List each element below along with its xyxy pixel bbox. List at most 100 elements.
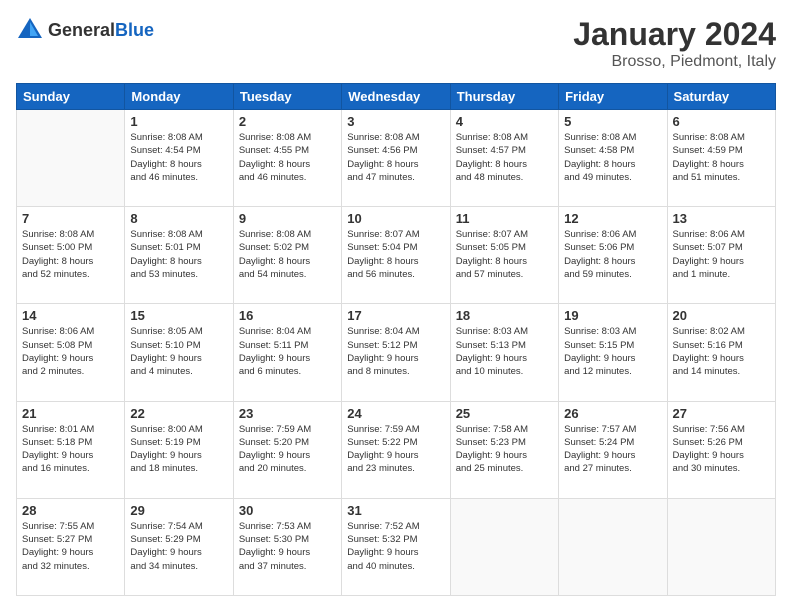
title-section: January 2024 Brosso, Piedmont, Italy — [573, 16, 776, 71]
calendar-cell: 23 Sunrise: 7:59 AM Sunset: 5:20 PM Dayli… — [233, 401, 341, 498]
day-number: 1 — [130, 114, 227, 129]
calendar-cell: 30 Sunrise: 7:53 AM Sunset: 5:30 PM Dayli… — [233, 498, 341, 595]
calendar-cell: 15Sunrise: 8:05 AM Sunset: 5:10 PM Dayli… — [125, 304, 233, 401]
day-info: Sunrise: 8:02 AM Sunset: 5:16 PM Dayligh… — [673, 325, 770, 378]
calendar-cell: 10Sunrise: 8:07 AM Sunset: 5:04 PM Dayli… — [342, 207, 450, 304]
day-number: 27 — [673, 406, 770, 421]
day-info: Sunrise: 8:08 AM Sunset: 5:02 PM Dayligh… — [239, 228, 336, 281]
calendar-cell: 4Sunrise: 8:08 AM Sunset: 4:57 PM Daylig… — [450, 110, 558, 207]
logo-general: General — [48, 20, 115, 40]
day-number: 16 — [239, 308, 336, 323]
day-info: Sunrise: 8:04 AM Sunset: 5:11 PM Dayligh… — [239, 325, 336, 378]
day-info: Sunrise: 8:06 AM Sunset: 5:06 PM Dayligh… — [564, 228, 661, 281]
day-number: 13 — [673, 211, 770, 226]
calendar-cell: 31 Sunrise: 7:52 AM Sunset: 5:32 PM Dayli… — [342, 498, 450, 595]
logo-icon — [16, 16, 44, 44]
day-number: 29 — [130, 503, 227, 518]
calendar-cell: 25 Sunrise: 7:58 AM Sunset: 5:23 PM Dayli… — [450, 401, 558, 498]
calendar-cell — [450, 498, 558, 595]
calendar-cell: 16 Sunrise: 8:04 AM Sunset: 5:11 PM Dayli… — [233, 304, 341, 401]
day-info: Sunrise: 8:08 AM Sunset: 5:00 PM Dayligh… — [22, 228, 119, 281]
day-info: Sunrise: 7:55 AM Sunset: 5:27 PM Dayligh… — [22, 520, 119, 573]
calendar-header-row: SundayMondayTuesdayWednesdayThursdayFrid… — [17, 84, 776, 110]
calendar-cell: 18Sunrise: 8:03 AM Sunset: 5:13 PM Dayli… — [450, 304, 558, 401]
calendar-cell: 6Sunrise: 8:08 AM Sunset: 4:59 PM Daylig… — [667, 110, 775, 207]
calendar-cell: 29 Sunrise: 7:54 AM Sunset: 5:29 PM Dayli… — [125, 498, 233, 595]
calendar-day-header: Saturday — [667, 84, 775, 110]
day-number: 4 — [456, 114, 553, 129]
day-number: 23 — [239, 406, 336, 421]
day-number: 18 — [456, 308, 553, 323]
header: GeneralBlue January 2024 Brosso, Piedmon… — [16, 16, 776, 71]
day-info: Sunrise: 8:01 AM Sunset: 5:18 PM Dayligh… — [22, 423, 119, 476]
calendar-cell: 20Sunrise: 8:02 AM Sunset: 5:16 PM Dayli… — [667, 304, 775, 401]
day-number: 15 — [130, 308, 227, 323]
day-number: 31 — [347, 503, 444, 518]
calendar-cell: 5 Sunrise: 8:08 AM Sunset: 4:58 PM Daylig… — [559, 110, 667, 207]
calendar-cell — [559, 498, 667, 595]
calendar-cell — [667, 498, 775, 595]
calendar-week-row: 21 Sunrise: 8:01 AM Sunset: 5:18 PM Dayli… — [17, 401, 776, 498]
day-info: Sunrise: 8:06 AM Sunset: 5:07 PM Dayligh… — [673, 228, 770, 281]
day-number: 24 — [347, 406, 444, 421]
day-info: Sunrise: 8:07 AM Sunset: 5:04 PM Dayligh… — [347, 228, 444, 281]
day-number: 7 — [22, 211, 119, 226]
calendar-week-row: 1 Sunrise: 8:08 AM Sunset: 4:54 PM Daylig… — [17, 110, 776, 207]
day-number: 5 — [564, 114, 661, 129]
day-number: 21 — [22, 406, 119, 421]
day-number: 17 — [347, 308, 444, 323]
day-info: Sunrise: 8:00 AM Sunset: 5:19 PM Dayligh… — [130, 423, 227, 476]
calendar-cell: 12 Sunrise: 8:06 AM Sunset: 5:06 PM Dayli… — [559, 207, 667, 304]
day-number: 26 — [564, 406, 661, 421]
day-number: 22 — [130, 406, 227, 421]
day-number: 30 — [239, 503, 336, 518]
calendar-day-header: Thursday — [450, 84, 558, 110]
day-number: 25 — [456, 406, 553, 421]
calendar-day-header: Tuesday — [233, 84, 341, 110]
day-info: Sunrise: 8:03 AM Sunset: 5:15 PM Dayligh… — [564, 325, 661, 378]
calendar-day-header: Friday — [559, 84, 667, 110]
calendar-day-header: Monday — [125, 84, 233, 110]
day-info: Sunrise: 8:04 AM Sunset: 5:12 PM Dayligh… — [347, 325, 444, 378]
calendar-cell: 11Sunrise: 8:07 AM Sunset: 5:05 PM Dayli… — [450, 207, 558, 304]
calendar-day-header: Sunday — [17, 84, 125, 110]
calendar-cell: 14Sunrise: 8:06 AM Sunset: 5:08 PM Dayli… — [17, 304, 125, 401]
day-number: 12 — [564, 211, 661, 226]
day-number: 28 — [22, 503, 119, 518]
calendar-cell: 13 Sunrise: 8:06 AM Sunset: 5:07 PM Dayli… — [667, 207, 775, 304]
calendar-cell: 21 Sunrise: 8:01 AM Sunset: 5:18 PM Dayli… — [17, 401, 125, 498]
day-number: 11 — [456, 211, 553, 226]
day-info: Sunrise: 7:59 AM Sunset: 5:20 PM Dayligh… — [239, 423, 336, 476]
calendar-cell: 8 Sunrise: 8:08 AM Sunset: 5:01 PM Daylig… — [125, 207, 233, 304]
calendar-cell: 2 Sunrise: 8:08 AM Sunset: 4:55 PM Daylig… — [233, 110, 341, 207]
day-info: Sunrise: 7:52 AM Sunset: 5:32 PM Dayligh… — [347, 520, 444, 573]
day-info: Sunrise: 8:08 AM Sunset: 5:01 PM Dayligh… — [130, 228, 227, 281]
day-info: Sunrise: 7:56 AM Sunset: 5:26 PM Dayligh… — [673, 423, 770, 476]
day-number: 9 — [239, 211, 336, 226]
calendar-cell: 22 Sunrise: 8:00 AM Sunset: 5:19 PM Dayli… — [125, 401, 233, 498]
day-info: Sunrise: 7:58 AM Sunset: 5:23 PM Dayligh… — [456, 423, 553, 476]
day-number: 14 — [22, 308, 119, 323]
calendar-cell: 7 Sunrise: 8:08 AM Sunset: 5:00 PM Daylig… — [17, 207, 125, 304]
subtitle: Brosso, Piedmont, Italy — [573, 53, 776, 71]
day-info: Sunrise: 7:53 AM Sunset: 5:30 PM Dayligh… — [239, 520, 336, 573]
calendar-week-row: 28 Sunrise: 7:55 AM Sunset: 5:27 PM Dayli… — [17, 498, 776, 595]
calendar-cell: 28 Sunrise: 7:55 AM Sunset: 5:27 PM Dayli… — [17, 498, 125, 595]
main-title: January 2024 — [573, 16, 776, 53]
day-info: Sunrise: 8:08 AM Sunset: 4:55 PM Dayligh… — [239, 131, 336, 184]
day-number: 2 — [239, 114, 336, 129]
page: GeneralBlue January 2024 Brosso, Piedmon… — [0, 0, 792, 612]
calendar-table: SundayMondayTuesdayWednesdayThursdayFrid… — [16, 83, 776, 596]
calendar-cell: 17 Sunrise: 8:04 AM Sunset: 5:12 PM Dayli… — [342, 304, 450, 401]
calendar-cell: 3 Sunrise: 8:08 AM Sunset: 4:56 PM Daylig… — [342, 110, 450, 207]
day-info: Sunrise: 8:08 AM Sunset: 4:59 PM Dayligh… — [673, 131, 770, 184]
day-number: 3 — [347, 114, 444, 129]
calendar-cell — [17, 110, 125, 207]
day-number: 8 — [130, 211, 227, 226]
day-info: Sunrise: 8:08 AM Sunset: 4:56 PM Dayligh… — [347, 131, 444, 184]
day-info: Sunrise: 8:08 AM Sunset: 4:58 PM Dayligh… — [564, 131, 661, 184]
calendar-cell: 26Sunrise: 7:57 AM Sunset: 5:24 PM Dayli… — [559, 401, 667, 498]
logo-blue: Blue — [115, 20, 154, 40]
day-info: Sunrise: 7:54 AM Sunset: 5:29 PM Dayligh… — [130, 520, 227, 573]
day-info: Sunrise: 8:08 AM Sunset: 4:54 PM Dayligh… — [130, 131, 227, 184]
